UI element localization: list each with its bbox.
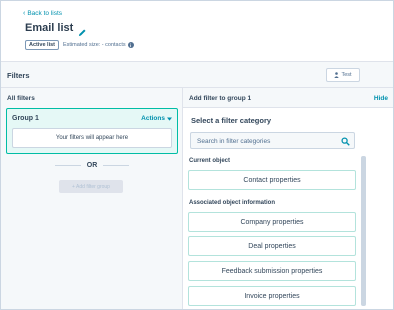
group-empty-state: Your filters will appear here <box>12 128 172 148</box>
associated-object-label: Associated object information <box>189 200 276 206</box>
actions-label: Actions <box>141 115 165 122</box>
pencil-icon[interactable] <box>78 24 87 36</box>
add-filter-title: Add filter to group 1 <box>189 95 252 102</box>
back-link-label: Back to lists <box>27 10 63 17</box>
category-search-input[interactable]: Search in filter categories <box>190 132 355 149</box>
estimated-size-text: Estimated size: - contacts <box>62 42 126 48</box>
or-line-right <box>103 165 130 166</box>
status-badge: Active list <box>25 40 59 50</box>
page-header: ‹ Back to lists Email list Active list E… <box>1 1 393 61</box>
chevron-left-icon: ‹ <box>23 10 26 17</box>
filter-group-card[interactable]: Group 1 Actions Your filters will appear… <box>6 108 178 154</box>
caret-down-icon <box>167 116 172 121</box>
current-object-label: Current object <box>189 158 231 164</box>
test-button-label: Test <box>341 72 352 78</box>
or-text: OR <box>86 162 98 169</box>
panel-scrollbar[interactable] <box>361 156 366 306</box>
search-placeholder: Search in filter categories <box>197 138 271 145</box>
app-frame: ‹ Back to lists Email list Active list E… <box>0 0 394 310</box>
person-icon <box>334 72 340 78</box>
hide-link[interactable]: Hide <box>374 95 388 102</box>
or-divider: OR <box>1 162 183 169</box>
contact-properties-option[interactable]: Contact properties <box>188 170 356 190</box>
deal-properties-option[interactable]: Deal properties <box>188 236 356 256</box>
select-category-heading: Select a filter category <box>191 116 272 125</box>
filters-title: Filters <box>7 71 30 80</box>
filter-groups-panel: All filters Group 1 Actions Your filters… <box>1 88 183 309</box>
add-filter-header: Add filter to group 1 Hide <box>183 88 393 108</box>
title-row: Email list <box>25 22 87 36</box>
feedback-submission-properties-option[interactable]: Feedback submission properties <box>188 261 356 281</box>
all-filters-heading: All filters <box>7 95 35 102</box>
list-meta-row: Active list Estimated size: - contacts i <box>25 40 134 50</box>
estimated-size: Estimated size: - contacts i <box>63 42 134 48</box>
add-filter-group-button[interactable]: + Add filter group <box>59 180 123 193</box>
test-button[interactable]: Test <box>326 68 360 82</box>
company-properties-option[interactable]: Company properties <box>188 212 356 232</box>
invoice-properties-option[interactable]: Invoice properties <box>188 286 356 306</box>
page-title: Email list <box>25 22 74 34</box>
filters-bar: Filters Test <box>1 61 393 88</box>
search-icon <box>341 137 350 146</box>
back-to-lists-link[interactable]: ‹ Back to lists <box>23 10 62 17</box>
info-icon[interactable]: i <box>127 42 134 48</box>
group-label: Group 1 <box>12 115 39 122</box>
add-filter-panel: Add filter to group 1 Hide Select a filt… <box>183 88 393 309</box>
or-line-left <box>54 165 81 166</box>
group-actions-dropdown[interactable]: Actions <box>141 115 172 122</box>
